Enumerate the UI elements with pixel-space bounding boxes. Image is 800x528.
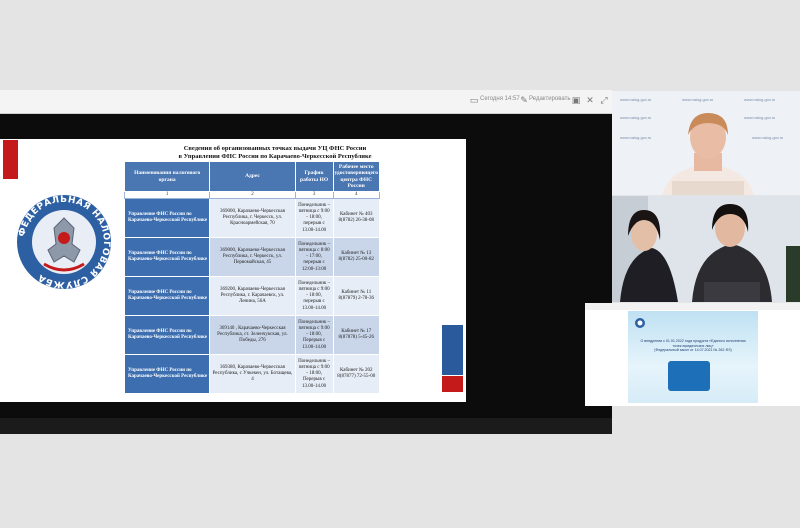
- col-header-schedule: График работы НО: [294, 161, 334, 192]
- shared-slide-line1: О внедрении с 01.01.2022 года продукта «…: [640, 339, 746, 343]
- cell-address: 369140 , Карачаево-Черкесская Республика…: [209, 315, 296, 356]
- cell-org: Управление ФНС России по Карачаево-Черке…: [123, 276, 211, 317]
- slide-area: Сведения об организованных точках выдачи…: [0, 114, 612, 418]
- cell-workplace: Кабинет № 11 8(87879) 2-78-36: [332, 276, 381, 317]
- col-number: 2: [209, 190, 296, 200]
- video-tile-participant-1[interactable]: www.nalog.gov.ru www.nalog.gov.ru www.na…: [612, 91, 800, 195]
- edit-button[interactable]: Редактировать: [529, 96, 570, 102]
- cell-org: Управление ФНС России по Карачаево-Черке…: [123, 237, 211, 278]
- issuance-points-table: Наименования налогового органа Адрес Гра…: [123, 161, 381, 395]
- cell-schedule: Понедельник – пятница с 9:00 - 18:00, пе…: [294, 276, 334, 317]
- cell-schedule: Понедельник – пятница с 9:00 - 18:00, пе…: [294, 198, 334, 239]
- col-number: 3: [294, 190, 334, 200]
- cell-address: 369200, Карачаево-Черкесская Республика,…: [209, 276, 296, 317]
- table-row: Управление ФНС России по Карачаево-Черке…: [123, 276, 381, 317]
- cell-org: Управление ФНС России по Карачаево-Черке…: [123, 315, 211, 356]
- cell-address: 369000, Карачаево-Черкесская Республика,…: [209, 198, 296, 239]
- red-accent-bar: [442, 376, 463, 392]
- cell-workplace: Кабинет № 403 8(8782) 26-38-08: [332, 198, 381, 239]
- slide-title-line2: в Управлении ФНС России по Карачаево-Чер…: [178, 153, 372, 160]
- table-row: Управление ФНС России по Карачаево-Черке…: [123, 237, 381, 278]
- save-icon[interactable]: ▣: [570, 95, 582, 107]
- col-header-address: Адрес: [209, 161, 296, 192]
- participant-1-video: [662, 113, 754, 195]
- cell-schedule: Понедельник – пятница с 8:00 - 17:00, пе…: [294, 237, 334, 278]
- video-tile-participant-2[interactable]: [612, 196, 800, 302]
- fullscreen-icon[interactable]: ⤢: [598, 95, 610, 107]
- cell-schedule: Понедельник – пятница с 9:00 - 18:00, Пе…: [294, 315, 334, 356]
- today-label: Сегодня 14:57: [480, 96, 520, 102]
- blue-accent-bar: [442, 325, 463, 375]
- col-header-org: Наименования налогового органа: [123, 161, 211, 192]
- cell-address: 369000, Карачаево-Черкесская Республика,…: [209, 237, 296, 278]
- red-accent-left: [3, 140, 18, 179]
- shared-slide-card: [668, 361, 710, 391]
- close-icon[interactable]: ✕: [584, 95, 596, 107]
- viewer-toolbar: ▭ Сегодня 14:57 ✎ Редактировать ▣ ✕ ⤢: [0, 90, 612, 114]
- col-number: 1: [123, 190, 211, 200]
- table-row: Управление ФНС России по Карачаево-Черке…: [123, 315, 381, 356]
- shared-slide-text: О внедрении с 01.01.2022 года продукта «…: [633, 339, 753, 353]
- cell-workplace: Кабинет № 202 8(87877) 72-55-00: [332, 354, 381, 395]
- viewer-bottom-bar: [0, 418, 612, 434]
- fns-emblem-small-icon: [635, 318, 645, 328]
- cell-schedule: Понедельник – пятница с 9:00 - 18:00, Пе…: [294, 354, 334, 395]
- slide-title-line1: Сведения об организованных точках выдачи…: [183, 145, 367, 152]
- table-row: Управление ФНС России по Карачаево-Черке…: [123, 198, 381, 239]
- cell-workplace: Кабинет № 13 8(8782) 25-00-82: [332, 237, 381, 278]
- cell-address: 369380, Карачаево-Черкесская Республика,…: [209, 354, 296, 395]
- col-header-workplace: Рабочее место удостоверяющего центра ФНС…: [332, 161, 381, 192]
- slide-title: Сведения об организованных точках выдачи…: [130, 145, 420, 161]
- col-number: 4: [332, 190, 381, 200]
- table-row: Управление ФНС России по Карачаево-Черке…: [123, 354, 381, 395]
- cell-org: Управление ФНС России по Карачаево-Черке…: [123, 354, 211, 395]
- screen-icon[interactable]: ▭: [468, 95, 480, 107]
- fns-emblem-icon: ФЕДЕРАЛЬНАЯ НАЛОГОВАЯ СЛУЖБА: [17, 195, 111, 289]
- cell-workplace: Кабинет № 17 8(87878) 5-45-26: [332, 315, 381, 356]
- presentation-viewer: ▭ Сегодня 14:57 ✎ Редактировать ▣ ✕ ⤢ Св…: [0, 90, 612, 434]
- cell-org: Управление ФНС России по Карачаево-Черке…: [123, 198, 211, 239]
- shared-slide-line3: (Федеральный закон от 14.07.2021 № 262-Ф…: [654, 348, 732, 353]
- participant-2-video: [612, 196, 800, 302]
- shared-screen-header: [585, 303, 800, 310]
